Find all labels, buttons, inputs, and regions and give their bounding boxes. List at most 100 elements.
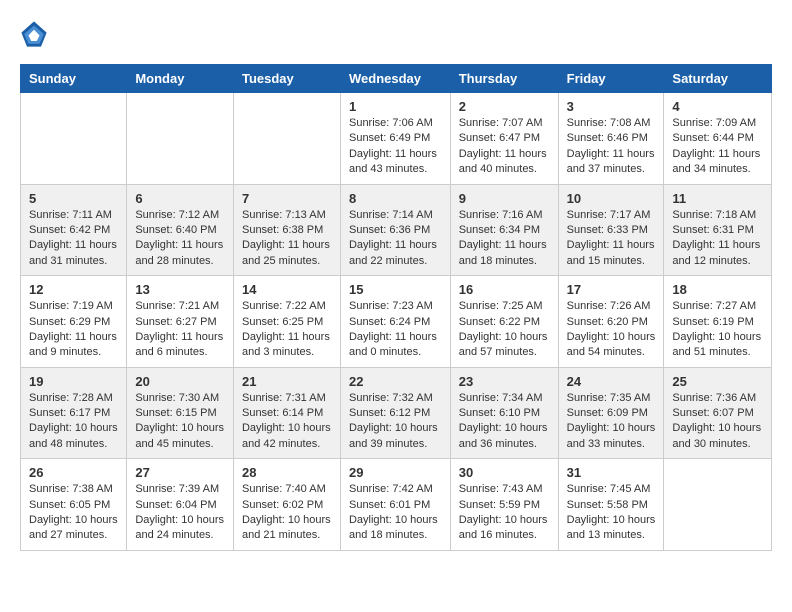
day-info: Sunrise: 7:21 AM Sunset: 6:27 PM Dayligh… xyxy=(135,299,225,361)
day-number: 17 xyxy=(567,282,656,297)
day-number: 15 xyxy=(349,282,442,297)
calendar-cell: 17 Sunrise: 7:26 AM Sunset: 6:20 PM Dayli… xyxy=(558,276,664,368)
day-number: 16 xyxy=(459,282,550,297)
day-number: 31 xyxy=(567,465,656,480)
calendar-cell: 6 Sunrise: 7:12 AM Sunset: 6:40 PM Daylig… xyxy=(127,184,234,276)
calendar-cell: 9Sunrise: 7:16 AM Sunset: 6:34 PM Daylig… xyxy=(450,184,558,276)
day-number: 13 xyxy=(135,282,225,297)
calendar-cell: 22 Sunrise: 7:32 AM Sunset: 6:12 PM Dayli… xyxy=(340,367,450,459)
calendar-day-header: Tuesday xyxy=(233,65,340,93)
calendar-cell: 27 Sunrise: 7:39 AM Sunset: 6:04 PM Dayli… xyxy=(127,459,234,551)
day-number: 22 xyxy=(349,374,442,389)
calendar-week-row: 19Sunrise: 7:28 AM Sunset: 6:17 PM Dayli… xyxy=(21,367,772,459)
day-info: Sunrise: 7:23 AM Sunset: 6:24 PM Dayligh… xyxy=(349,299,442,361)
calendar-week-row: 12 Sunrise: 7:19 AM Sunset: 6:29 PM Dayli… xyxy=(21,276,772,368)
calendar-cell: 16 Sunrise: 7:25 AM Sunset: 6:22 PM Dayli… xyxy=(450,276,558,368)
calendar-day-header: Friday xyxy=(558,65,664,93)
calendar-cell: 20 Sunrise: 7:30 AM Sunset: 6:15 PM Dayli… xyxy=(127,367,234,459)
day-info: Sunrise: 7:42 AM Sunset: 6:01 PM Dayligh… xyxy=(349,482,442,544)
calendar-cell: 18 Sunrise: 7:27 AM Sunset: 6:19 PM Dayli… xyxy=(664,276,772,368)
calendar-day-header: Sunday xyxy=(21,65,127,93)
day-info: Sunrise: 7:14 AM Sunset: 6:36 PM Dayligh… xyxy=(349,208,442,270)
day-number: 18 xyxy=(672,282,763,297)
calendar-cell xyxy=(664,459,772,551)
calendar-table: SundayMondayTuesdayWednesdayThursdayFrid… xyxy=(20,64,772,551)
calendar-cell: 25 Sunrise: 7:36 AM Sunset: 6:07 PM Dayli… xyxy=(664,367,772,459)
day-info: Sunrise: 7:12 AM Sunset: 6:40 PM Dayligh… xyxy=(135,208,225,270)
day-info: Sunrise: 7:25 AM Sunset: 6:22 PM Dayligh… xyxy=(459,299,550,361)
day-info: Sunrise: 7:06 AM Sunset: 6:49 PM Dayligh… xyxy=(349,116,442,178)
day-number: 7 xyxy=(242,191,332,206)
day-number: 27 xyxy=(135,465,225,480)
calendar-cell: 15 Sunrise: 7:23 AM Sunset: 6:24 PM Dayli… xyxy=(340,276,450,368)
calendar-cell xyxy=(21,93,127,185)
day-info: Sunrise: 7:43 AM Sunset: 5:59 PM Dayligh… xyxy=(459,482,550,544)
day-number: 4 xyxy=(672,99,763,114)
day-number: 28 xyxy=(242,465,332,480)
day-number: 8 xyxy=(349,191,442,206)
day-number: 24 xyxy=(567,374,656,389)
day-info: Sunrise: 7:09 AM Sunset: 6:44 PM Dayligh… xyxy=(672,116,763,178)
day-number: 21 xyxy=(242,374,332,389)
logo xyxy=(20,20,52,48)
day-number: 26 xyxy=(29,465,118,480)
calendar-cell: 29 Sunrise: 7:42 AM Sunset: 6:01 PM Dayli… xyxy=(340,459,450,551)
day-number: 14 xyxy=(242,282,332,297)
calendar-cell: 13 Sunrise: 7:21 AM Sunset: 6:27 PM Dayli… xyxy=(127,276,234,368)
calendar-cell: 30 Sunrise: 7:43 AM Sunset: 5:59 PM Dayli… xyxy=(450,459,558,551)
calendar-cell: 14 Sunrise: 7:22 AM Sunset: 6:25 PM Dayli… xyxy=(233,276,340,368)
day-info: Sunrise: 7:27 AM Sunset: 6:19 PM Dayligh… xyxy=(672,299,763,361)
day-info: Sunrise: 7:35 AM Sunset: 6:09 PM Dayligh… xyxy=(567,391,656,453)
day-info: Sunrise: 7:30 AM Sunset: 6:15 PM Dayligh… xyxy=(135,391,225,453)
day-info: Sunrise: 7:26 AM Sunset: 6:20 PM Dayligh… xyxy=(567,299,656,361)
day-info: Sunrise: 7:40 AM Sunset: 6:02 PM Dayligh… xyxy=(242,482,332,544)
day-info: Sunrise: 7:13 AM Sunset: 6:38 PM Dayligh… xyxy=(242,208,332,270)
day-info: Sunrise: 7:08 AM Sunset: 6:46 PM Dayligh… xyxy=(567,116,656,178)
day-number: 25 xyxy=(672,374,763,389)
calendar-cell: 31 Sunrise: 7:45 AM Sunset: 5:58 PM Dayli… xyxy=(558,459,664,551)
day-info: Sunrise: 7:19 AM Sunset: 6:29 PM Dayligh… xyxy=(29,299,118,361)
calendar-cell: 11 Sunrise: 7:18 AM Sunset: 6:31 PM Dayli… xyxy=(664,184,772,276)
calendar-cell: 8 Sunrise: 7:14 AM Sunset: 6:36 PM Daylig… xyxy=(340,184,450,276)
day-info: Sunrise: 7:22 AM Sunset: 6:25 PM Dayligh… xyxy=(242,299,332,361)
calendar-cell: 23Sunrise: 7:34 AM Sunset: 6:10 PM Dayli… xyxy=(450,367,558,459)
day-number: 6 xyxy=(135,191,225,206)
calendar-day-header: Thursday xyxy=(450,65,558,93)
day-info: Sunrise: 7:17 AM Sunset: 6:33 PM Dayligh… xyxy=(567,208,656,270)
calendar-cell: 1Sunrise: 7:06 AM Sunset: 6:49 PM Daylig… xyxy=(340,93,450,185)
calendar-cell: 19Sunrise: 7:28 AM Sunset: 6:17 PM Dayli… xyxy=(21,367,127,459)
day-info: Sunrise: 7:11 AM Sunset: 6:42 PM Dayligh… xyxy=(29,208,118,270)
calendar-body: 1Sunrise: 7:06 AM Sunset: 6:49 PM Daylig… xyxy=(21,93,772,551)
day-info: Sunrise: 7:18 AM Sunset: 6:31 PM Dayligh… xyxy=(672,208,763,270)
day-number: 29 xyxy=(349,465,442,480)
calendar-cell: 7 Sunrise: 7:13 AM Sunset: 6:38 PM Daylig… xyxy=(233,184,340,276)
day-number: 2 xyxy=(459,99,550,114)
day-info: Sunrise: 7:28 AM Sunset: 6:17 PM Dayligh… xyxy=(29,391,118,453)
calendar-cell: 28 Sunrise: 7:40 AM Sunset: 6:02 PM Dayli… xyxy=(233,459,340,551)
calendar-cell: 3 Sunrise: 7:08 AM Sunset: 6:46 PM Daylig… xyxy=(558,93,664,185)
calendar-cell: 10Sunrise: 7:17 AM Sunset: 6:33 PM Dayli… xyxy=(558,184,664,276)
calendar-week-row: 1Sunrise: 7:06 AM Sunset: 6:49 PM Daylig… xyxy=(21,93,772,185)
day-number: 11 xyxy=(672,191,763,206)
day-number: 12 xyxy=(29,282,118,297)
day-info: Sunrise: 7:07 AM Sunset: 6:47 PM Dayligh… xyxy=(459,116,550,178)
page-header xyxy=(20,20,772,48)
calendar-cell: 4 Sunrise: 7:09 AM Sunset: 6:44 PM Daylig… xyxy=(664,93,772,185)
day-info: Sunrise: 7:39 AM Sunset: 6:04 PM Dayligh… xyxy=(135,482,225,544)
day-number: 3 xyxy=(567,99,656,114)
day-info: Sunrise: 7:31 AM Sunset: 6:14 PM Dayligh… xyxy=(242,391,332,453)
day-info: Sunrise: 7:45 AM Sunset: 5:58 PM Dayligh… xyxy=(567,482,656,544)
day-info: Sunrise: 7:38 AM Sunset: 6:05 PM Dayligh… xyxy=(29,482,118,544)
day-info: Sunrise: 7:32 AM Sunset: 6:12 PM Dayligh… xyxy=(349,391,442,453)
day-number: 20 xyxy=(135,374,225,389)
day-info: Sunrise: 7:36 AM Sunset: 6:07 PM Dayligh… xyxy=(672,391,763,453)
calendar-cell xyxy=(233,93,340,185)
calendar-cell: 24 Sunrise: 7:35 AM Sunset: 6:09 PM Dayli… xyxy=(558,367,664,459)
calendar-week-row: 26 Sunrise: 7:38 AM Sunset: 6:05 PM Dayli… xyxy=(21,459,772,551)
day-number: 30 xyxy=(459,465,550,480)
calendar-cell xyxy=(127,93,234,185)
calendar-day-header: Saturday xyxy=(664,65,772,93)
calendar-day-header: Wednesday xyxy=(340,65,450,93)
calendar-week-row: 5Sunrise: 7:11 AM Sunset: 6:42 PM Daylig… xyxy=(21,184,772,276)
calendar-cell: 2 Sunrise: 7:07 AM Sunset: 6:47 PM Daylig… xyxy=(450,93,558,185)
